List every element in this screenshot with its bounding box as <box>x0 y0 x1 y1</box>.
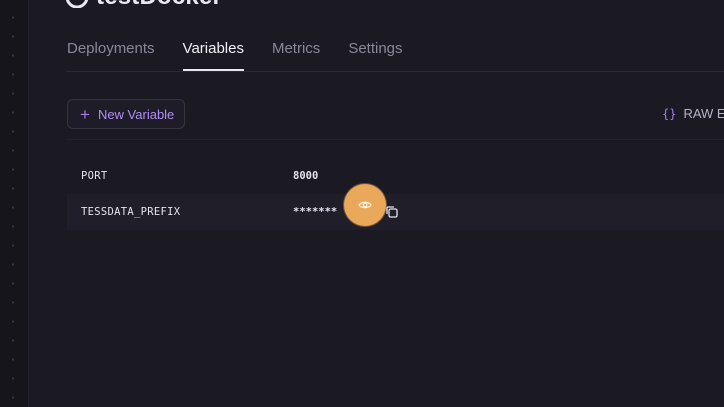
project-title: testDocker <box>96 0 222 11</box>
tab-variables[interactable]: Variables <box>169 38 258 71</box>
plus-icon: + <box>80 104 90 124</box>
variable-row[interactable]: TESSDATA_PREFIX ******* <box>67 184 724 230</box>
variable-key: PORT <box>81 170 108 182</box>
tab-deployments[interactable]: Deployments <box>66 38 169 71</box>
variable-value: 8000 <box>293 170 319 182</box>
copy-icon[interactable] <box>385 205 399 219</box>
eye-icon <box>358 201 372 209</box>
tabs-divider <box>66 71 724 72</box>
new-variable-button[interactable]: + New Variable <box>67 99 185 129</box>
variable-row[interactable]: PORT 8000 <box>67 158 724 194</box>
raw-editor-label: RAW Ed <box>683 106 724 121</box>
left-gutter <box>0 0 29 407</box>
variable-value-masked: ******* <box>293 206 338 218</box>
raw-editor-button[interactable]: {} RAW Ed <box>662 106 724 121</box>
reveal-value-button[interactable] <box>344 184 386 226</box>
tab-settings[interactable]: Settings <box>334 38 416 71</box>
project-icon <box>66 0 88 8</box>
project-header: testDocker <box>66 0 222 11</box>
toolbar-divider <box>66 139 724 140</box>
braces-icon: {} <box>662 106 677 121</box>
tab-metrics[interactable]: Metrics <box>258 38 334 71</box>
variable-key: TESSDATA_PREFIX <box>81 206 181 218</box>
new-variable-label: New Variable <box>97 106 175 122</box>
tab-bar: Deployments Variables Metrics Settings <box>66 38 417 71</box>
